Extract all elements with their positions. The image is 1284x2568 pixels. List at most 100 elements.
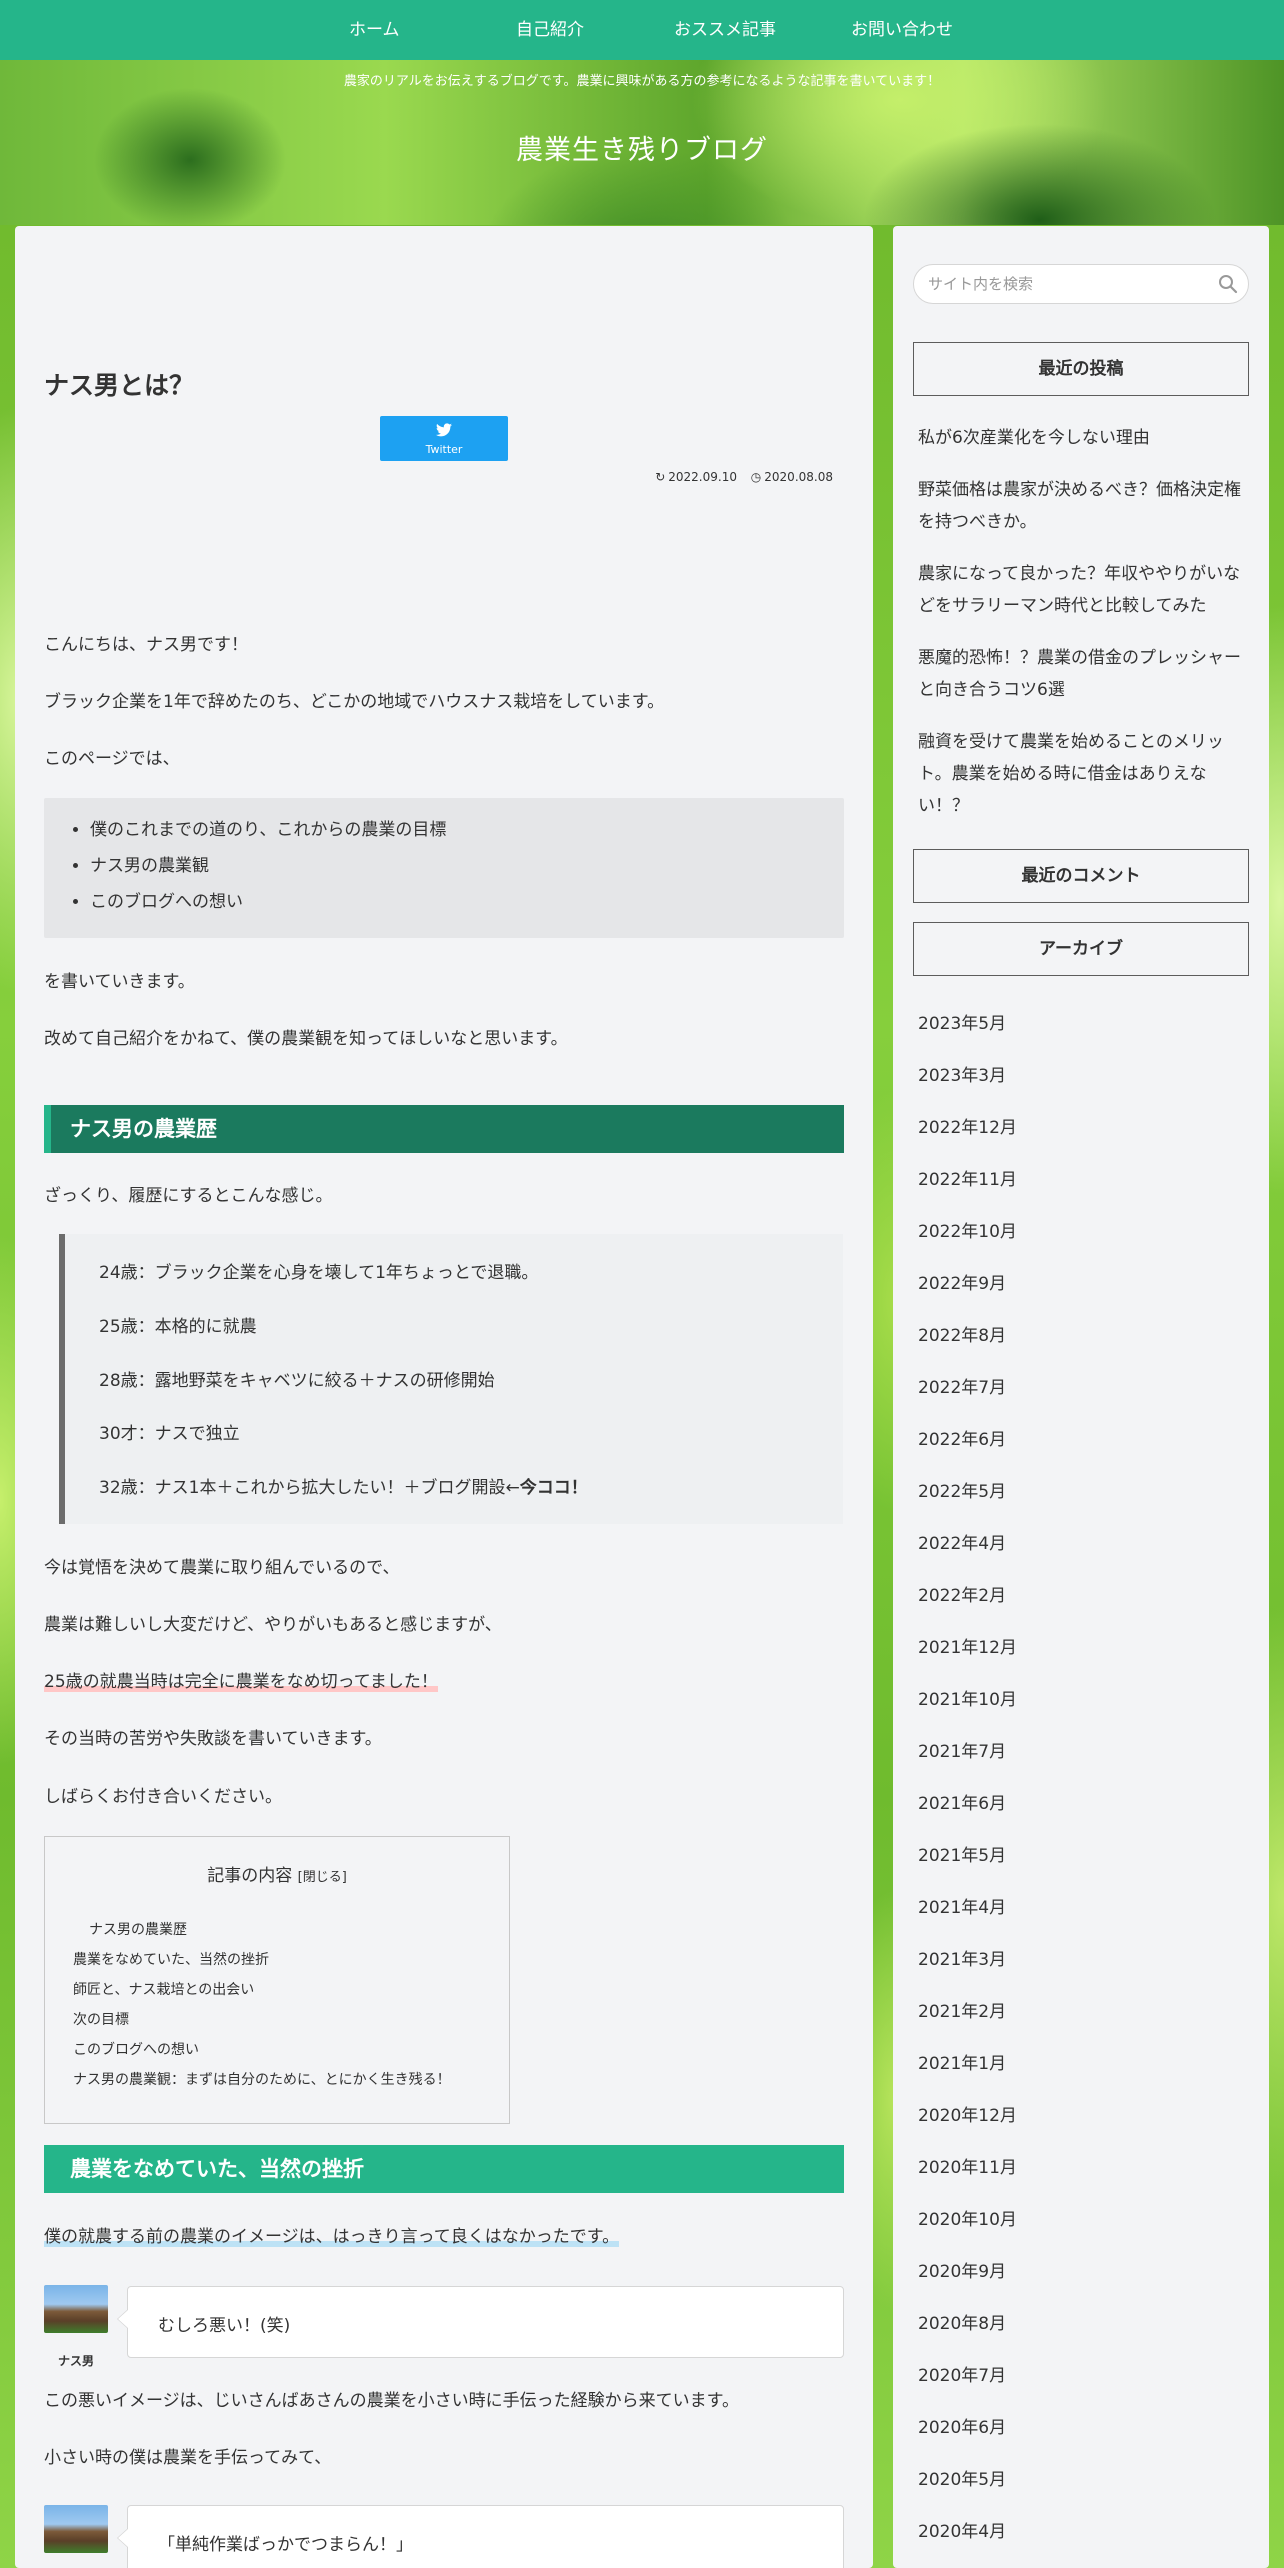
archive-link[interactable]: 2022年6月: [918, 1425, 1006, 1450]
archive-link[interactable]: 2020年4月: [918, 2517, 1006, 2542]
archive-link[interactable]: 2022年9月: [918, 1269, 1006, 1294]
avatar-name: ナス男: [57, 2354, 94, 2368]
history-quote: 24歳：ブラック企業を心身を壊して1年ちょっとで退職。 25歳：本格的に就農 2…: [59, 1234, 843, 1524]
balloon-text: 「単純作業ばっかでつまらん！」: [158, 2535, 413, 2555]
archive-link[interactable]: 2022年4月: [918, 1529, 1006, 1554]
site-tagline: 農家のリアルをお伝えするブログです。農業に興味がある方の参考になるような記事を書…: [343, 74, 941, 89]
toc-item[interactable]: 次の目標: [73, 2009, 129, 2029]
list-item: このブログへの想い: [90, 884, 446, 920]
archive-link[interactable]: 2020年12月: [918, 2101, 1017, 2126]
search-input[interactable]: [913, 264, 1249, 304]
archive-link[interactable]: 2021年4月: [918, 1893, 1006, 1918]
clock-icon: ◷: [750, 470, 762, 484]
recent-posts-title: 最近の投稿: [913, 342, 1249, 396]
archive-link[interactable]: 2021年6月: [918, 1789, 1006, 1814]
site-title[interactable]: 農業生き残りブログ: [0, 128, 1284, 167]
search-icon[interactable]: [1217, 273, 1239, 295]
history-line: 25歳：本格的に就農: [99, 1317, 257, 1337]
sidebar: 最近の投稿 私が6次産業化を今しない理由 野菜価格は農家が決めるべき？価格決定権…: [893, 226, 1269, 2568]
archive-link[interactable]: 2020年6月: [918, 2413, 1006, 2438]
speech-balloon: 「単純作業ばっかでつまらん！」: [117, 2505, 844, 2568]
archive-link[interactable]: 2020年11月: [918, 2153, 1017, 2178]
speech-balloon: むしろ悪い！(笑): [117, 2286, 844, 2358]
top-navigation: ホーム 自己紹介 おススメ記事 お問い合わせ: [0, 0, 1284, 60]
paragraph: 農業は難しいし大変だけど、やりがいもあると感じますが、: [44, 1615, 502, 1635]
paragraph: 改めて自己紹介をかねて、僕の農業観を知ってほしいなと思います。: [44, 1029, 568, 1049]
toc-item[interactable]: ナス男の農業歴: [89, 1919, 187, 1939]
history-line: 24歳：ブラック企業を心身を壊して1年ちょっとで退職。: [99, 1263, 539, 1283]
article-main: ナス男とは？ Twitter ↻ 2022.09.10 ◷ 2020.08.08 こ…: [15, 226, 873, 2568]
recent-post-link[interactable]: 悪魔的恐怖！？農業の借金のプレッシャーと向き合うコツ6選: [918, 642, 1243, 706]
archive-link[interactable]: 2021年1月: [918, 2049, 1006, 2074]
archives-title: アーカイブ: [913, 922, 1249, 976]
list-item: 僕のこれまでの道のり、これからの農業の目標: [90, 812, 446, 848]
toc-toggle-link[interactable]: [閉じる]: [298, 1870, 347, 1885]
archive-link[interactable]: 2021年5月: [918, 1841, 1006, 1866]
nav-about[interactable]: 自己紹介: [516, 0, 584, 60]
recent-comments-title: 最近のコメント: [913, 849, 1249, 903]
paragraph: しばらくお付き合いください。: [44, 1787, 282, 1807]
toc-item[interactable]: このブログへの想い: [73, 2039, 199, 2059]
archive-link[interactable]: 2022年2月: [918, 1581, 1006, 1606]
highlighted-text: 僕の就農する前の農業のイメージは、はっきり言って良くはなかったです。: [44, 2227, 620, 2247]
archive-link[interactable]: 2021年2月: [918, 1997, 1006, 2022]
archive-link[interactable]: 2021年12月: [918, 1633, 1017, 1658]
twitter-icon: [380, 423, 508, 440]
section-heading-history: ナス男の農業歴: [44, 1105, 844, 1153]
toc-title: 記事の内容 [閉じる]: [207, 1866, 347, 1886]
recent-post-link[interactable]: 私が6次産業化を今しない理由: [918, 422, 1243, 454]
updated-icon: ↻: [655, 470, 666, 484]
toc-item[interactable]: ナス男の農業観：まずは自分のために、とにかく生き残る！: [73, 2069, 451, 2089]
highlighted-text: 25歳の就農当時は完全に農業をなめ切ってました！: [44, 1672, 438, 1692]
history-line: 30才：ナスで独立: [99, 1424, 240, 1444]
paragraph: 僕の就農する前の農業のイメージは、はっきり言って良くはなかったです。: [44, 2222, 620, 2247]
archive-link[interactable]: 2022年8月: [918, 1321, 1006, 1346]
archive-link[interactable]: 2020年8月: [918, 2309, 1006, 2334]
paragraph: この悪いイメージは、じいさんばあさんの農業を小さい時に手伝った経験から来ています…: [44, 2391, 739, 2411]
archive-link[interactable]: 2021年7月: [918, 1737, 1006, 1762]
toc-item[interactable]: 師匠と、ナス栽培との出会い: [73, 1979, 254, 1999]
history-line: 28歳：露地野菜をキャベツに絞る＋ナスの研修開始: [99, 1371, 495, 1391]
twitter-label: Twitter: [425, 443, 463, 456]
paragraph: を書いていきます。: [44, 972, 195, 992]
history-now-emphasis: 今ココ！: [519, 1478, 588, 1498]
paragraph: 小さい時の僕は農業を手伝ってみて、: [44, 2448, 332, 2468]
recent-post-link[interactable]: 農家になって良かった？年収ややりがいなどをサラリーマン時代と比較してみた: [918, 558, 1243, 622]
paragraph: 今は覚悟を決めて農業に取り組んでいるので、: [44, 1558, 400, 1578]
paragraph: その当時の苦労や失敗談を書いていきます。: [44, 1729, 382, 1749]
nav-home[interactable]: ホーム: [349, 0, 400, 60]
paragraph: 25歳の就農当時は完全に農業をなめ切ってました！: [44, 1667, 438, 1692]
intro-paragraph: このページでは、: [44, 749, 180, 769]
archive-link[interactable]: 2022年10月: [918, 1217, 1017, 1242]
archive-link[interactable]: 2022年11月: [918, 1165, 1017, 1190]
twitter-share-button[interactable]: Twitter: [380, 416, 508, 461]
history-line: 32歳：ナス1本＋これから拡大したい！＋ブログ開設←今ココ！: [99, 1478, 588, 1498]
table-of-contents: 記事の内容 [閉じる] ナス男の農業歴 農業をなめていた、当然の挫折 師匠と、ナ…: [44, 1836, 510, 2124]
recent-post-link[interactable]: 融資を受けて農業を始めることのメリット。農業を始める時に借金はありえない！？: [918, 726, 1243, 822]
avatar: [44, 2505, 108, 2553]
archive-link[interactable]: 2022年7月: [918, 1373, 1006, 1398]
nav-recommended[interactable]: おススメ記事: [674, 0, 776, 60]
nav-contact[interactable]: お問い合わせ: [851, 0, 953, 60]
archive-link[interactable]: 2020年9月: [918, 2257, 1006, 2282]
recent-post-link[interactable]: 野菜価格は農家が決めるべき？価格決定権を持つべきか。: [918, 474, 1243, 538]
archive-link[interactable]: 2022年5月: [918, 1477, 1006, 1502]
post-dates: ↻ 2022.09.10 ◷ 2020.08.08: [645, 470, 833, 484]
archive-link[interactable]: 2023年5月: [918, 1009, 1006, 1034]
archive-link[interactable]: 2022年12月: [918, 1113, 1017, 1138]
paragraph: ざっくり、履歴にするとこんな感じ。: [44, 1186, 333, 1206]
balloon-text: むしろ悪い！(笑): [158, 2316, 291, 2336]
archive-link[interactable]: 2020年5月: [918, 2465, 1006, 2490]
archive-link[interactable]: 2021年10月: [918, 1685, 1017, 1710]
archive-link[interactable]: 2020年7月: [918, 2361, 1006, 2386]
archive-link[interactable]: 2020年10月: [918, 2205, 1017, 2230]
archive-link[interactable]: 2023年3月: [918, 1061, 1006, 1086]
toc-item[interactable]: 農業をなめていた、当然の挫折: [73, 1949, 269, 1969]
avatar: [44, 2285, 108, 2333]
section-heading-failure: 農業をなめていた、当然の挫折: [44, 2145, 844, 2193]
intro-paragraph: ブラック企業を1年で辞めたのち、どこかの地域でハウスナス栽培をしています。: [44, 692, 665, 712]
page-title: ナス男とは？: [44, 371, 195, 400]
updated-date: 2022.09.10: [668, 470, 737, 484]
published-date: 2020.08.08: [764, 470, 833, 484]
archive-link[interactable]: 2021年3月: [918, 1945, 1006, 1970]
